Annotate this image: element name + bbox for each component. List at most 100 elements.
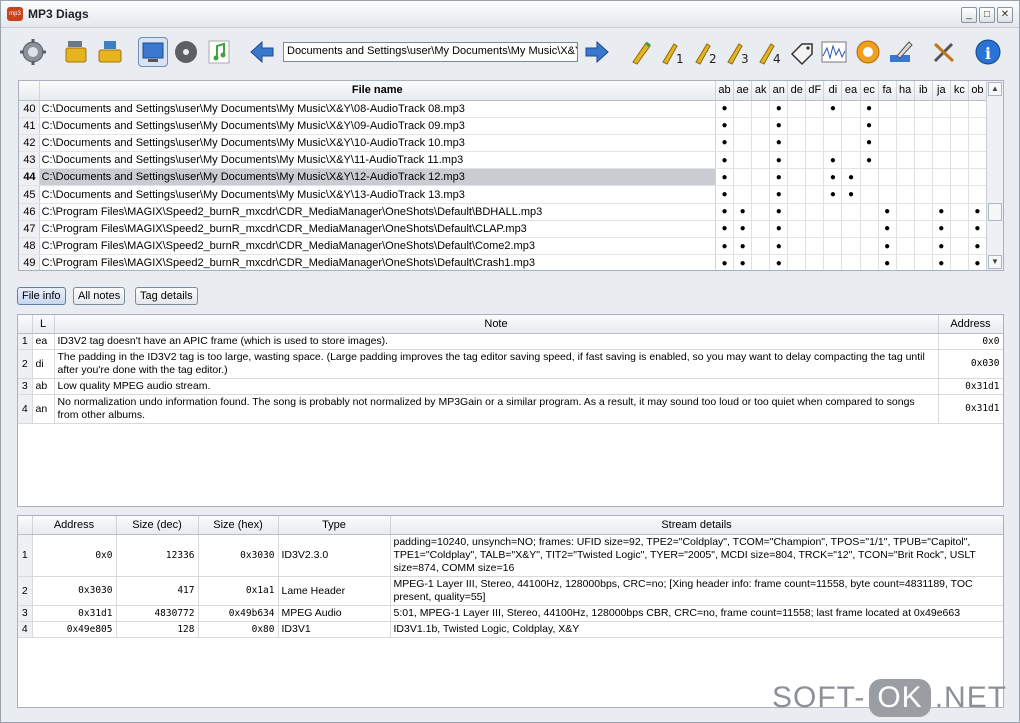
file-name-cell[interactable]: C:\Program Files\MAGIX\Speed2_burnR_mxcd… xyxy=(39,237,717,256)
flag-cell xyxy=(733,185,753,204)
tag-icon[interactable] xyxy=(627,37,657,67)
column-header-flag-de[interactable]: de xyxy=(787,81,807,101)
file-name-cell[interactable]: C:\Documents and Settings\user\My Docume… xyxy=(39,100,717,118)
note-level: an xyxy=(32,394,55,424)
table-row[interactable]: 45 C:\Documents and Settings\user\My Docu… xyxy=(19,185,988,204)
table-row[interactable]: 2 0x3030 417 0x1a1 Lame Header MPEG-1 Layer I… xyxy=(18,576,1003,606)
minimize-button[interactable]: _ xyxy=(961,7,977,23)
file-name-cell[interactable]: C:\Program Files\MAGIX\Speed2_burnR_mxcd… xyxy=(39,220,717,239)
flag-cell: ● xyxy=(733,237,753,256)
path-input[interactable]: Documents and Settings\user\My Documents… xyxy=(283,42,578,62)
table-row[interactable]: 40 C:\Documents and Settings\user\My Docu… xyxy=(19,100,988,118)
flag-cell: ● xyxy=(715,254,735,270)
music-note-icon[interactable] xyxy=(204,37,234,67)
tab-all-notes[interactable]: All notes xyxy=(73,287,126,305)
tag-3-icon[interactable]: 3 xyxy=(723,37,753,67)
file-list-scrollbar[interactable]: ▲ ▼ xyxy=(986,81,1003,270)
forward-arrow-icon[interactable] xyxy=(582,37,612,67)
scroll-down-button[interactable]: ▼ xyxy=(988,255,1002,269)
tag-2-icon[interactable]: 2 xyxy=(691,37,721,67)
column-header-stream-details[interactable]: Stream details xyxy=(390,516,1003,535)
column-header-note[interactable]: Note xyxy=(54,315,939,334)
svg-text:2: 2 xyxy=(709,52,717,66)
flag-cell xyxy=(932,100,951,118)
column-header-flag-ob[interactable]: ob xyxy=(968,81,988,101)
table-row[interactable]: 3 ab Low quality MPEG audio stream. 0x31d1 xyxy=(18,378,1003,395)
stream-type: ID3V1 xyxy=(278,621,391,638)
column-header-flag-ha[interactable]: ha xyxy=(896,81,915,101)
cd-icon[interactable] xyxy=(171,37,201,67)
notes-table: L Note Address 1 ea ID3V2 tag doesn't have a… xyxy=(18,315,1003,424)
table-row[interactable]: 49 C:\Program Files\MAGIX\Speed2_burnR_mx… xyxy=(19,254,988,270)
file-name-cell[interactable]: C:\Documents and Settings\user\My Docume… xyxy=(39,168,717,187)
column-header-size-hex[interactable]: Size (hex) xyxy=(198,516,279,535)
column-header-type[interactable]: Type xyxy=(278,516,391,535)
column-header-file-name[interactable]: File name xyxy=(39,81,717,101)
monitor-icon[interactable] xyxy=(138,37,168,67)
flag-cell: ● xyxy=(769,151,789,170)
column-header-flag-di[interactable]: di xyxy=(823,81,843,101)
scroll-thumb[interactable] xyxy=(988,203,1002,221)
column-header-flag-fa[interactable]: fa xyxy=(878,81,897,101)
table-row[interactable]: 41 C:\Documents and Settings\user\My Docu… xyxy=(19,117,988,135)
table-row[interactable]: 48 C:\Program Files\MAGIX\Speed2_burnR_mx… xyxy=(19,237,988,256)
watermark: SOFT- OK .NET xyxy=(772,679,1007,717)
table-row[interactable]: 4 0x49e805 128 0x80 ID3V1 ID3V1.1b, Twisted L… xyxy=(18,621,1003,638)
column-header-flag-kc[interactable]: kc xyxy=(950,81,969,101)
row-number: 3 xyxy=(18,378,33,395)
file-name-cell[interactable]: C:\Documents and Settings\user\My Docume… xyxy=(39,117,717,135)
file-name-cell[interactable]: C:\Program Files\MAGIX\Speed2_burnR_mxcd… xyxy=(39,254,717,270)
table-row[interactable]: 47 C:\Program Files\MAGIX\Speed2_burnR_mx… xyxy=(19,220,988,239)
tag-4-icon[interactable]: 4 xyxy=(755,37,785,67)
column-header-l[interactable]: L xyxy=(32,315,55,334)
column-header-flag-ab[interactable]: ab xyxy=(715,81,735,101)
tools-icon[interactable] xyxy=(929,37,959,67)
folder-open-icon[interactable] xyxy=(95,37,125,67)
maximize-button[interactable]: □ xyxy=(979,7,995,23)
tab-file-info[interactable]: File info xyxy=(17,287,66,305)
table-row[interactable]: 2 di The padding in the ID3V2 tag is too l… xyxy=(18,349,1003,379)
column-header-flag-an[interactable]: an xyxy=(769,81,789,101)
column-header-flag-ae[interactable]: ae xyxy=(733,81,753,101)
column-header-flag-ak[interactable]: ak xyxy=(751,81,771,101)
column-header-flag-ja[interactable]: ja xyxy=(932,81,951,101)
file-name-cell[interactable]: C:\Documents and Settings\user\My Docume… xyxy=(39,151,717,170)
table-row[interactable]: 42 C:\Documents and Settings\user\My Docu… xyxy=(19,134,988,153)
normalize-icon[interactable] xyxy=(853,37,883,67)
table-row[interactable]: 4 an No normalization undo information fou… xyxy=(18,394,1003,424)
table-row[interactable]: 44 C:\Documents and Settings\user\My Docu… xyxy=(19,168,988,187)
folder-scan-icon[interactable] xyxy=(61,37,91,67)
table-row[interactable]: 43 C:\Documents and Settings\user\My Docu… xyxy=(19,151,988,170)
gear-icon[interactable] xyxy=(18,37,48,67)
file-table: File name ab ae ak an de dF di ea ec fa ha ib ja kc ob … xyxy=(19,81,988,270)
column-header-flag-ib[interactable]: ib xyxy=(914,81,933,101)
flag-cell xyxy=(823,134,843,153)
label-icon[interactable] xyxy=(787,37,817,67)
close-button[interactable]: ✕ xyxy=(997,7,1013,23)
waveform-icon[interactable] xyxy=(819,37,849,67)
column-header-flag-df[interactable]: dF xyxy=(805,81,825,101)
edit-icon[interactable] xyxy=(886,37,916,67)
flag-cell xyxy=(860,220,879,239)
file-name-cell[interactable]: C:\Documents and Settings\user\My Docume… xyxy=(39,185,717,204)
column-header-flag-ea[interactable]: ea xyxy=(841,81,861,101)
table-row[interactable]: 46 C:\Program Files\MAGIX\Speed2_burnR_mx… xyxy=(19,203,988,221)
column-header-flag-ec[interactable]: ec xyxy=(860,81,879,101)
back-arrow-icon[interactable] xyxy=(247,37,277,67)
flag-cell xyxy=(950,203,969,221)
column-header-address[interactable]: Address xyxy=(938,315,1003,334)
info-icon[interactable]: i xyxy=(973,37,1003,67)
file-name-cell[interactable]: C:\Program Files\MAGIX\Speed2_burnR_mxcd… xyxy=(39,203,717,221)
column-header-stream-address[interactable]: Address xyxy=(32,516,117,535)
table-row[interactable]: 1 ea ID3V2 tag doesn't have an APIC frame … xyxy=(18,333,1003,350)
tab-tag-details[interactable]: Tag details xyxy=(135,287,198,305)
file-name-cell[interactable]: C:\Documents and Settings\user\My Docume… xyxy=(39,134,717,153)
tag-1-icon[interactable]: 1 xyxy=(658,37,688,67)
flag-cell xyxy=(914,220,933,239)
table-row[interactable]: 1 0x0 12336 0x3030 ID3V2.3.0 padding=10240, u… xyxy=(18,534,1003,577)
row-number: 42 xyxy=(19,134,40,153)
scroll-up-button[interactable]: ▲ xyxy=(988,82,1002,96)
column-header-size-dec[interactable]: Size (dec) xyxy=(116,516,199,535)
table-row[interactable]: 3 0x31d1 4830772 0x49b634 MPEG Audio 5:01, MP… xyxy=(18,605,1003,622)
watermark-right: .NET xyxy=(934,681,1008,714)
